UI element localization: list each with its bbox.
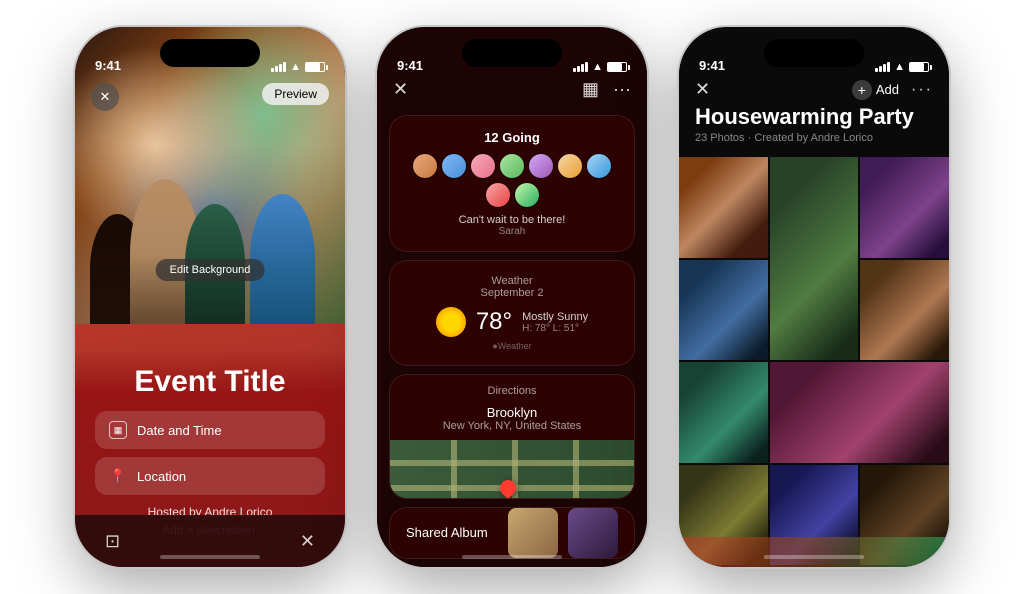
battery-icon-3: [909, 62, 929, 72]
album-subtitle: 23 Photos · Created by Andre Lorico: [695, 132, 933, 144]
close-button-2[interactable]: ✕: [393, 79, 408, 100]
battery-icon-1: [305, 62, 325, 72]
phone3-screen: 9:41 ▲ ✕ + Add ···: [679, 27, 949, 567]
status-icons-3: ▲: [875, 61, 929, 73]
phone-1: 9:41 ▲ ✕ Preview: [75, 27, 345, 567]
album-thumbnail-1: [508, 508, 558, 558]
going-card: 12 Going Can't wait to be there! Sarah: [389, 115, 635, 252]
cards-container: 12 Going Can't wait to be there! Sarah: [377, 107, 647, 567]
photo-cell-1[interactable]: [679, 157, 768, 258]
close-button-3[interactable]: ✕: [695, 79, 710, 100]
map-road-v1: [451, 440, 457, 499]
phone2-screen: 9:41 ▲ ✕ ▦ ··· 12 Going: [377, 27, 647, 567]
status-time-1: 9:41: [95, 58, 121, 73]
avatar-6: [557, 153, 583, 179]
status-time-2: 9:41: [397, 58, 423, 73]
avatar-7: [586, 153, 612, 179]
bottom-toolbar: ⊡ ✕: [75, 515, 345, 567]
weather-attribution: ●Weather: [406, 341, 618, 351]
wifi-icon-3: ▲: [894, 61, 905, 73]
camera-icon[interactable]: ⊡: [105, 531, 120, 552]
album-title: Housewarming Party: [695, 104, 933, 130]
home-indicator-2: [462, 555, 562, 559]
weather-card: Weather September 2 78° Mostly Sunny H: …: [389, 260, 635, 366]
battery-icon-2: [607, 62, 627, 72]
dynamic-island-3: [764, 39, 864, 67]
avatar-row: [406, 153, 618, 208]
directions-info: Directions Brooklyn New York, NY, United…: [390, 375, 634, 440]
status-time-3: 9:41: [699, 58, 725, 73]
phone-3: 9:41 ▲ ✕ + Add ···: [679, 27, 949, 567]
status-icons-1: ▲: [271, 61, 325, 73]
close-button-1[interactable]: ✕: [91, 83, 119, 111]
date-time-label: Date and Time: [137, 423, 222, 438]
dynamic-island-2: [462, 39, 562, 67]
sun-icon: [436, 307, 466, 337]
dynamic-island-1: [160, 39, 260, 67]
signal-icon-2: [573, 62, 588, 72]
photo-cell-6[interactable]: [679, 362, 768, 463]
weather-conditions: Mostly Sunny H: 78° L: 51°: [522, 311, 588, 334]
directions-title: Directions: [406, 385, 618, 397]
phone3-top-row: ✕ + Add ···: [695, 79, 933, 100]
shared-album-label: Shared Album: [406, 525, 498, 540]
photo-cell-2[interactable]: [770, 157, 859, 360]
add-label: Add: [876, 82, 899, 97]
home-indicator-3: [764, 555, 864, 559]
photo-cell-4[interactable]: [679, 260, 768, 361]
date-time-field[interactable]: ▦ Date and Time: [95, 411, 325, 449]
map-road-v3: [573, 440, 579, 499]
photo-cell-5[interactable]: [860, 260, 949, 361]
edit-background-button[interactable]: Edit Background: [156, 259, 265, 281]
phone1-screen: 9:41 ▲ ✕ Preview: [75, 27, 345, 567]
album-thumbnail-2: [568, 508, 618, 558]
signal-icon-3: [875, 62, 890, 72]
comment-text: Can't wait to be there!: [406, 214, 618, 226]
avatar-2: [441, 153, 467, 179]
weather-date: Weather September 2: [406, 275, 618, 299]
avatar-1: [412, 153, 438, 179]
directions-full-address: New York, NY, United States: [406, 420, 618, 432]
shared-album-card[interactable]: Shared Album: [389, 507, 635, 559]
calendar-icon: ▦: [109, 421, 127, 439]
map-view[interactable]: M: [390, 440, 634, 499]
plus-circle-icon: +: [852, 80, 872, 100]
wifi-icon-1: ▲: [290, 61, 301, 73]
add-button[interactable]: + Add: [852, 80, 899, 100]
directions-card[interactable]: Directions Brooklyn New York, NY, United…: [389, 374, 635, 499]
avatar-5: [528, 153, 554, 179]
preview-button[interactable]: Preview: [262, 83, 329, 105]
avatar-3: [470, 153, 496, 179]
more-button-3[interactable]: ···: [911, 81, 933, 99]
avatar-9: [514, 182, 540, 208]
status-icons-2: ▲: [573, 61, 627, 73]
temperature: 78°: [476, 308, 512, 336]
avatar-4: [499, 153, 525, 179]
signal-icon-1: [271, 62, 286, 72]
phone-2: 9:41 ▲ ✕ ▦ ··· 12 Going: [377, 27, 647, 567]
avatar-8: [485, 182, 511, 208]
home-indicator-1: [160, 555, 260, 559]
photo-cell-3[interactable]: [860, 157, 949, 258]
weather-info-row: 78° Mostly Sunny H: 78° L: 51°: [406, 307, 618, 337]
location-label: Location: [137, 469, 186, 484]
photo-grid: [679, 157, 949, 567]
event-title: Event Title: [95, 365, 325, 399]
calendar-header-icon[interactable]: ▦: [582, 79, 599, 100]
wifi-icon-2: ▲: [592, 61, 603, 73]
going-count: 12 Going: [406, 130, 618, 145]
comment-author: Sarah: [406, 226, 618, 237]
photo-cell-7[interactable]: [770, 362, 949, 463]
location-pin-icon: 📍: [109, 467, 127, 485]
phone3-header: ✕ + Add ··· Housewarming Party 23 Photos…: [679, 79, 949, 144]
phone2-header: ✕ ▦ ···: [377, 79, 647, 100]
bottom-strip: [679, 537, 949, 567]
more-button-2[interactable]: ···: [613, 79, 631, 100]
directions-city: Brooklyn: [406, 405, 618, 420]
location-field[interactable]: 📍 Location: [95, 457, 325, 495]
close-icon-toolbar[interactable]: ✕: [300, 531, 315, 552]
